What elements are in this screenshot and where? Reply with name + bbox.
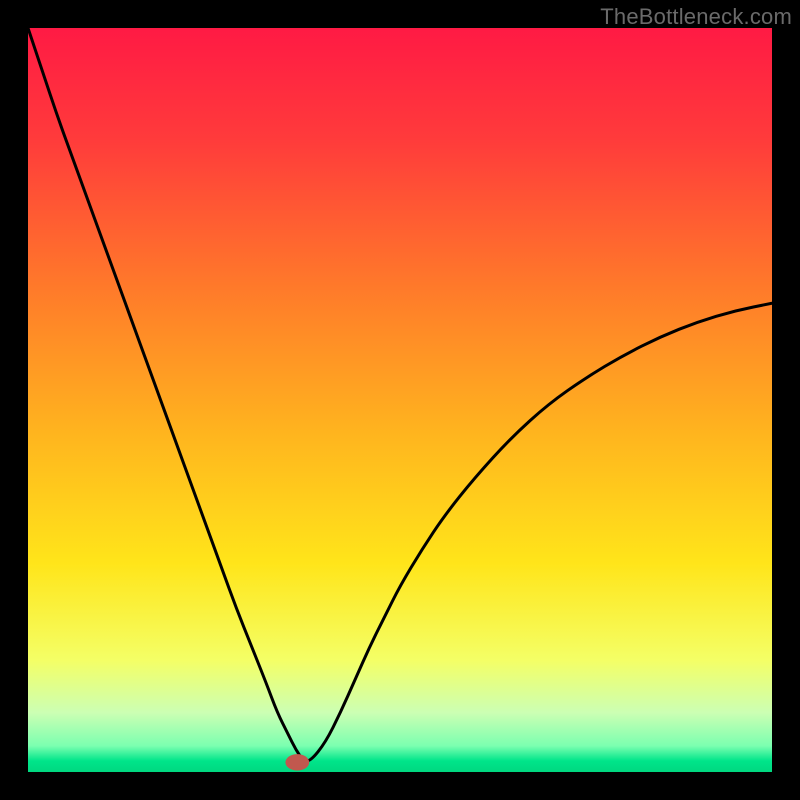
chart-frame: [28, 28, 772, 772]
minimum-marker: [285, 754, 309, 770]
gradient-background: [28, 28, 772, 772]
bottleneck-chart: [28, 28, 772, 772]
watermark-text: TheBottleneck.com: [600, 4, 792, 30]
